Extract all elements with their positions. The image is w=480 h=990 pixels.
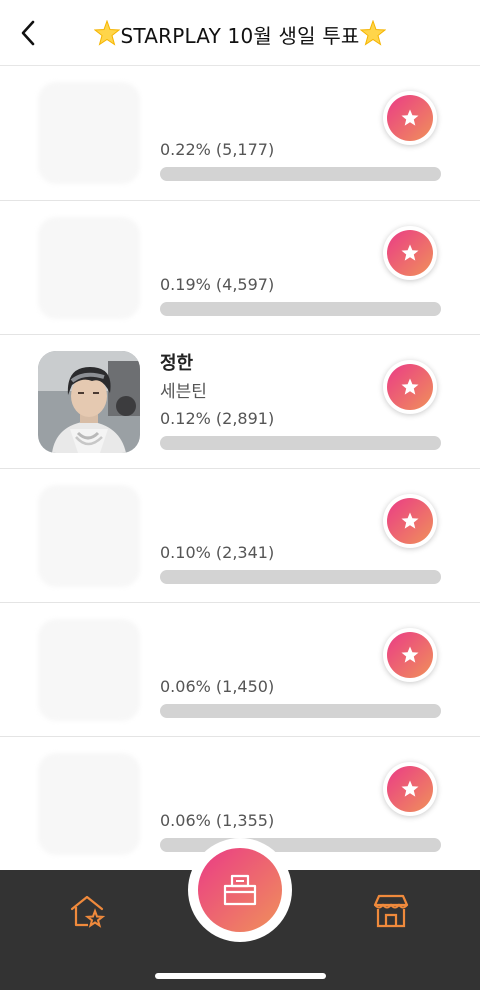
- vote-button[interactable]: [383, 494, 437, 548]
- candidate-row: 0.06% (1,450): [0, 603, 480, 737]
- vote-button-face: [387, 632, 433, 678]
- vote-button[interactable]: [383, 226, 437, 280]
- page-title: STARPLAY 10월 생일 투표: [0, 19, 480, 51]
- nav-store-button[interactable]: [372, 892, 410, 930]
- glowing-star-icon: [359, 19, 386, 51]
- vote-button[interactable]: [383, 628, 437, 682]
- star-icon: [401, 378, 419, 395]
- member-thumbnail[interactable]: [38, 217, 140, 319]
- app-header: STARPLAY 10월 생일 투표: [0, 0, 480, 66]
- page-title-text: STARPLAY 10월 생일 투표: [120, 24, 360, 48]
- vote-progress-bar: [160, 570, 441, 584]
- vote-progress-bar: [160, 436, 441, 450]
- ballot-box-icon: [223, 874, 257, 906]
- glowing-star-icon: [94, 19, 121, 51]
- vote-button-face: [387, 498, 433, 544]
- member-photo: [38, 351, 140, 453]
- vote-percent: 0.12% (2,891): [160, 409, 275, 428]
- vote-percent: 0.06% (1,450): [160, 677, 275, 696]
- vote-progress-bar: [160, 167, 441, 181]
- home-indicator: [155, 973, 326, 979]
- member-thumbnail[interactable]: [38, 619, 140, 721]
- nav-home-button[interactable]: [68, 892, 106, 930]
- candidate-row: 정한 세븐틴 0.12% (2,891): [0, 335, 480, 469]
- member-thumbnail[interactable]: [38, 753, 140, 855]
- candidate-row: 0.10% (2,341): [0, 469, 480, 603]
- ranking-list: 0.22% (5,177) 0.19% (4,597) 정한 세븐틴 0.12%…: [0, 66, 480, 871]
- vote-progress-bar: [160, 302, 441, 316]
- vote-button[interactable]: [383, 360, 437, 414]
- vote-percent: 0.06% (1,355): [160, 811, 275, 830]
- store-icon: [373, 894, 409, 928]
- star-icon: [401, 109, 419, 126]
- member-name: 정한: [160, 353, 194, 374]
- star-icon: [401, 244, 419, 261]
- vote-progress-bar: [160, 838, 441, 852]
- vote-percent: 0.19% (4,597): [160, 275, 275, 294]
- vote-button-face: [387, 766, 433, 812]
- member-group: 세븐틴: [160, 382, 207, 402]
- star-icon: [401, 646, 419, 663]
- vote-button-face: [387, 95, 433, 141]
- vote-percent: 0.22% (5,177): [160, 140, 275, 159]
- star-icon: [401, 780, 419, 797]
- vote-button[interactable]: [383, 91, 437, 145]
- vote-percent: 0.10% (2,341): [160, 543, 275, 562]
- candidate-row: 0.22% (5,177): [0, 66, 480, 201]
- vote-box-button[interactable]: [198, 848, 282, 932]
- candidate-row: 0.19% (4,597): [0, 201, 480, 335]
- star-icon: [401, 512, 419, 529]
- member-thumbnail[interactable]: [38, 82, 140, 184]
- home-star-icon: [70, 895, 106, 928]
- member-thumbnail[interactable]: [38, 351, 140, 453]
- vote-button-face: [387, 364, 433, 410]
- vote-button[interactable]: [383, 762, 437, 816]
- member-thumbnail[interactable]: [38, 485, 140, 587]
- vote-button-face: [387, 230, 433, 276]
- vote-progress-bar: [160, 704, 441, 718]
